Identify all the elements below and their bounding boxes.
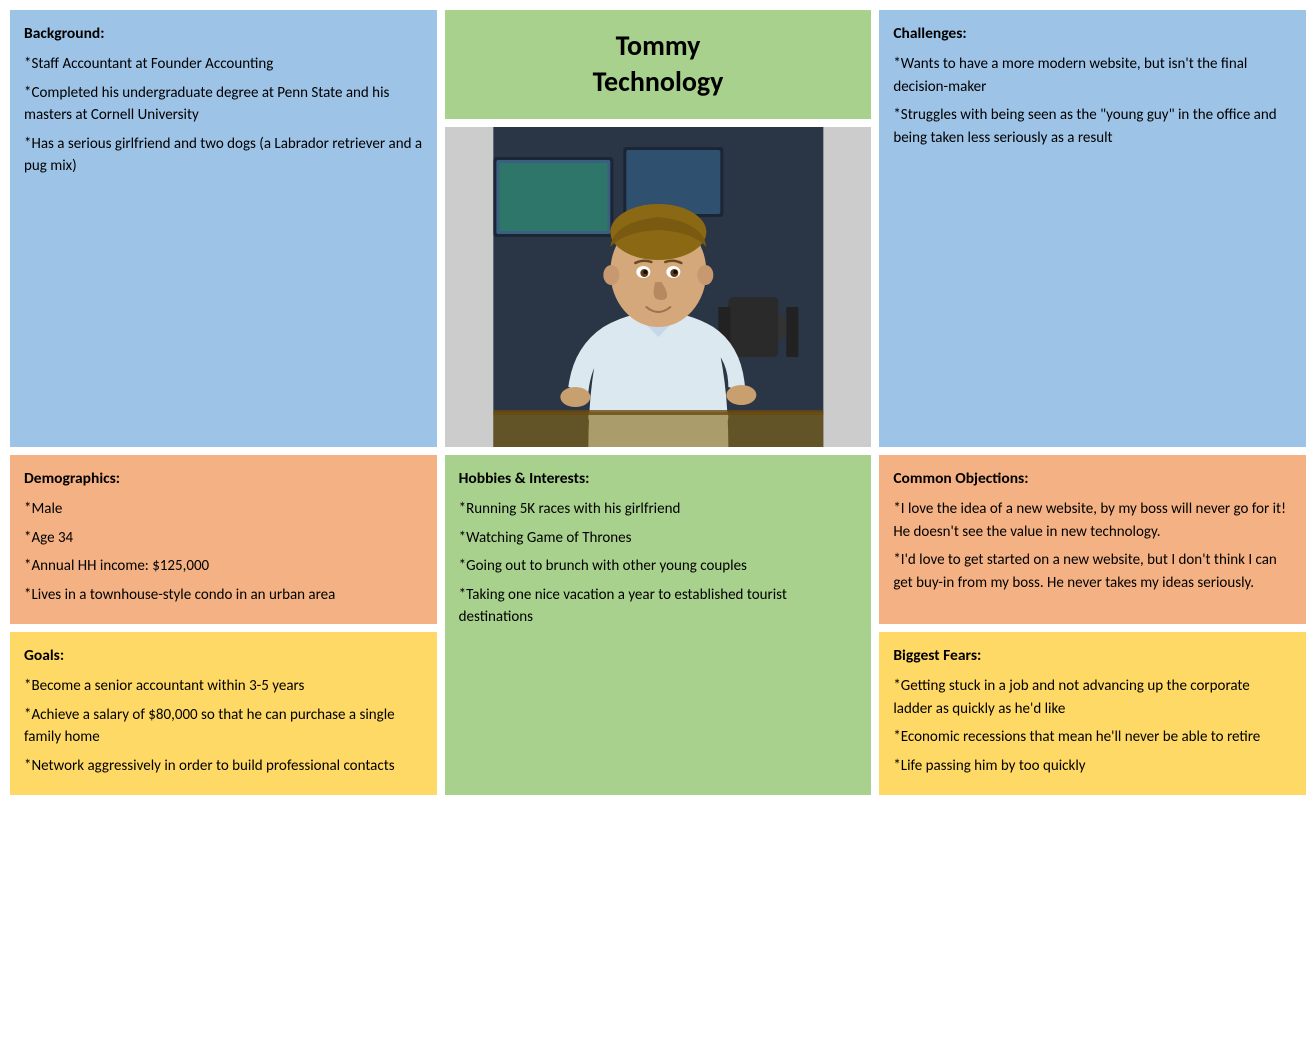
persona-name: Tommy Technology xyxy=(455,28,862,101)
main-grid: Background: *Staff Accountant at Founder… xyxy=(10,10,1306,795)
fears-item-3: *Life passing him by too quickly xyxy=(893,755,1292,778)
hobbies-title: Hobbies & Interests: xyxy=(459,467,858,490)
fears-item-2: *Economic recessions that mean he'll nev… xyxy=(893,726,1292,749)
background-item-1: *Staff Accountant at Founder Accounting xyxy=(24,53,423,76)
goals-item-1: *Become a senior accountant within 3-5 y… xyxy=(24,675,423,698)
demographics-item-1: *Male xyxy=(24,498,423,521)
challenges-item-1: *Wants to have a more modern website, bu… xyxy=(893,53,1292,98)
background-title: Background: xyxy=(24,22,423,45)
demographics-item-2: *Age 34 xyxy=(24,527,423,550)
person-illustration xyxy=(445,127,872,447)
challenges-card: Challenges: *Wants to have a more modern… xyxy=(879,10,1306,447)
background-item-2: *Completed his undergraduate degree at P… xyxy=(24,82,423,127)
center-column: Tommy Technology xyxy=(445,10,872,447)
goals-item-3: *Network aggressively in order to build … xyxy=(24,755,423,778)
demographics-card: Demographics: *Male *Age 34 *Annual HH i… xyxy=(10,455,437,624)
hobbies-item-3: *Going out to brunch with other young co… xyxy=(459,555,858,578)
demographics-title: Demographics: xyxy=(24,467,423,490)
hobbies-item-2: *Watching Game of Thrones xyxy=(459,527,858,550)
background-card: Background: *Staff Accountant at Founder… xyxy=(10,10,437,447)
hobbies-card: Hobbies & Interests: *Running 5K races w… xyxy=(445,455,872,796)
fears-title: Biggest Fears: xyxy=(893,644,1292,667)
persona-photo xyxy=(445,127,872,447)
hobbies-item-4: *Taking one nice vacation a year to esta… xyxy=(459,584,858,629)
objections-title: Common Objections: xyxy=(893,467,1292,490)
goals-title: Goals: xyxy=(24,644,423,667)
name-box: Tommy Technology xyxy=(445,10,872,119)
objections-item-1: *I love the idea of a new website, by my… xyxy=(893,498,1292,543)
fears-item-1: *Getting stuck in a job and not advancin… xyxy=(893,675,1292,720)
hobbies-item-1: *Running 5K races with his girlfriend xyxy=(459,498,858,521)
fears-card: Biggest Fears: *Getting stuck in a job a… xyxy=(879,632,1306,795)
demographics-item-4: *Lives in a townhouse-style condo in an … xyxy=(24,584,423,607)
goals-card: Goals: *Become a senior accountant withi… xyxy=(10,632,437,795)
objections-item-2: *I'd love to get started on a new websit… xyxy=(893,549,1292,594)
goals-item-2: *Achieve a salary of $80,000 so that he … xyxy=(24,704,423,749)
challenges-title: Challenges: xyxy=(893,22,1292,45)
background-item-3: *Has a serious girlfriend and two dogs (… xyxy=(24,133,423,178)
demographics-item-3: *Annual HH income: $125,000 xyxy=(24,555,423,578)
objections-card: Common Objections: *I love the idea of a… xyxy=(879,455,1306,624)
challenges-item-2: *Struggles with being seen as the "young… xyxy=(893,104,1292,149)
